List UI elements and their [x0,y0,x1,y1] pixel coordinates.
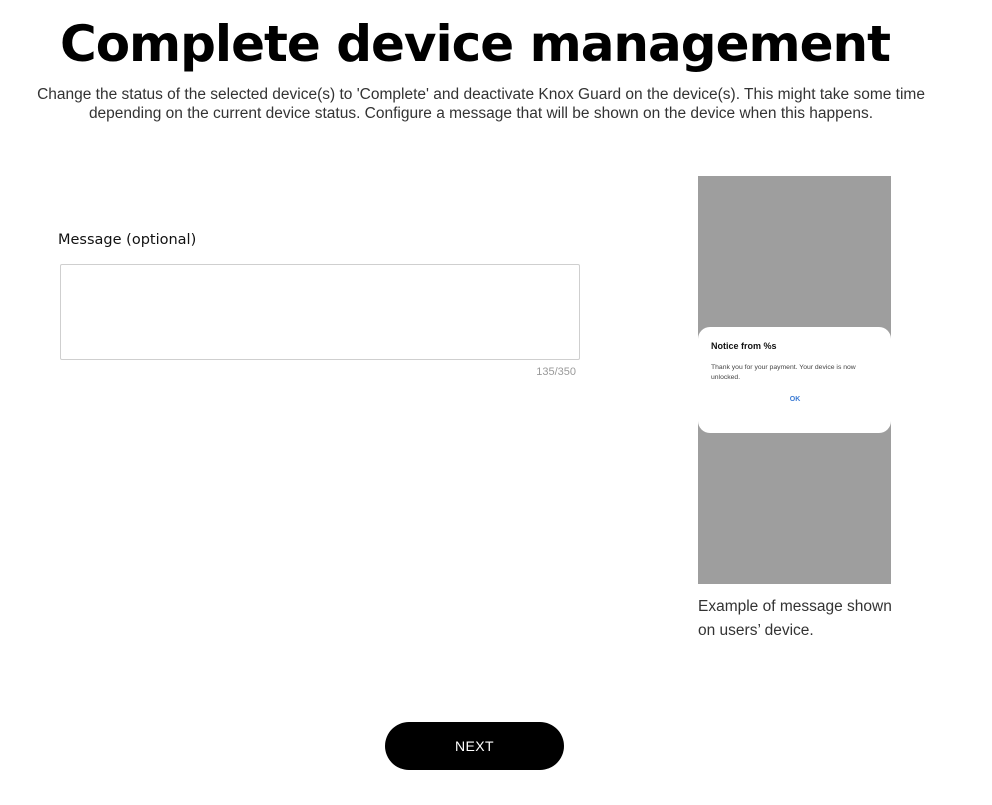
notice-dialog-preview: Notice from %s Thank you for your paymen… [698,327,891,433]
message-input[interactable] [60,264,580,360]
device-preview-screen: Notice from %s Thank you for your paymen… [698,176,891,584]
page-title: Complete device management [60,15,891,73]
notice-dialog-ok-button: OK [711,396,879,403]
complete-device-management-page: Complete device management Change the st… [0,0,992,805]
character-counter: 135/350 [536,366,576,378]
page-description: Change the status of the selected device… [37,86,925,122]
notice-dialog-title: Notice from %s [711,341,777,351]
message-label: Message (optional) [58,232,197,248]
preview-caption: Example of message shown on users’ devic… [698,598,892,639]
next-button[interactable]: NEXT [385,722,564,770]
notice-dialog-body: Thank you for your payment. Your device … [711,364,856,381]
